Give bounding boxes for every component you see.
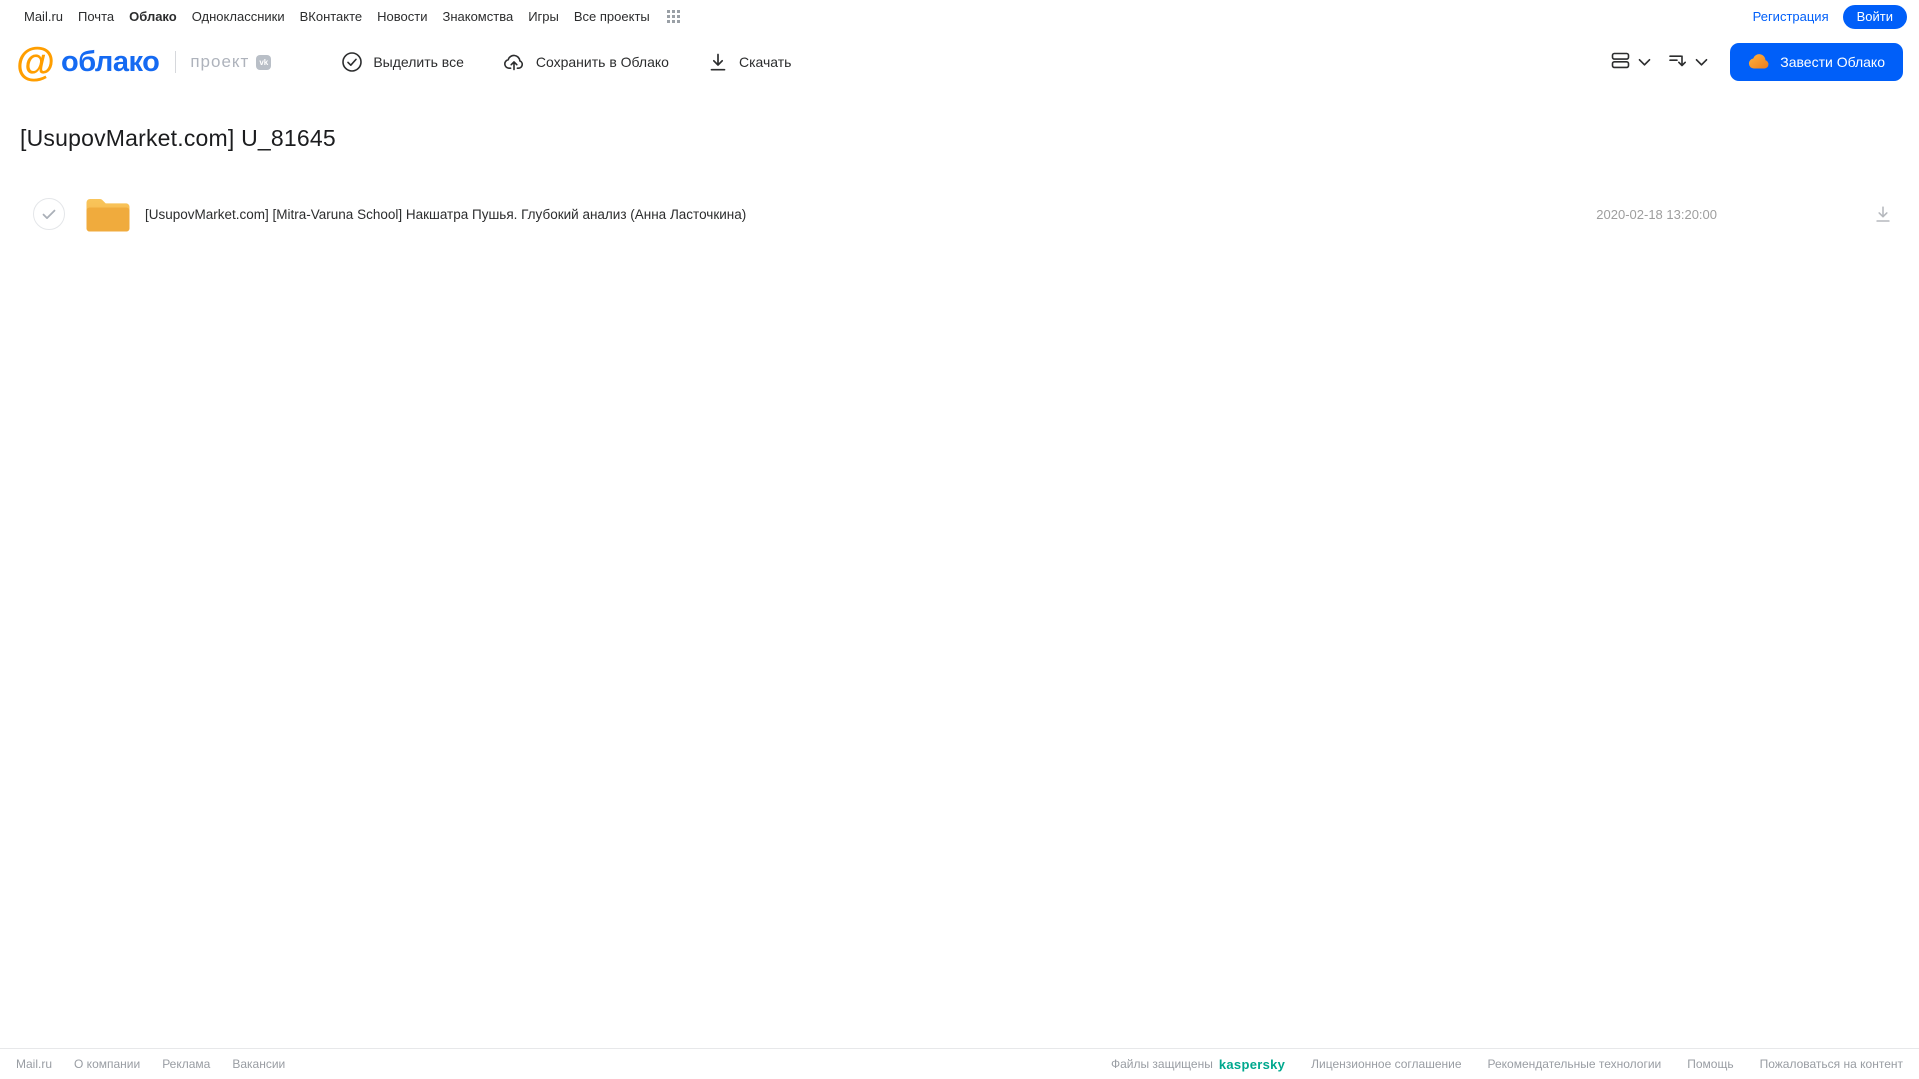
page-footer: Mail.ru О компании Реклама Вакансии Файл…: [0, 1048, 1919, 1079]
file-row[interactable]: [UsupovMarket.com] [Mitra-Varuna School]…: [0, 192, 1919, 236]
footer-link-ads[interactable]: Реклама: [162, 1057, 210, 1071]
footer-link-mailru[interactable]: Mail.ru: [16, 1057, 52, 1071]
topnav-item-games[interactable]: Игры: [528, 9, 559, 24]
header-right-controls: Завести Облако: [1610, 43, 1903, 81]
footer-link-jobs[interactable]: Вакансии: [232, 1057, 285, 1071]
logo-divider: [175, 51, 177, 73]
kaspersky-logo[interactable]: kaspersky: [1219, 1057, 1285, 1072]
topnav-item-odnoklassniki[interactable]: Одноклассники: [192, 9, 285, 24]
view-mode-button[interactable]: [1610, 50, 1651, 74]
kaspersky-protection: Файлы защищены kaspersky: [1111, 1057, 1285, 1072]
topnav-item-vkontakte[interactable]: ВКонтакте: [300, 9, 363, 24]
footer-link-report-content[interactable]: Пожаловаться на контент: [1760, 1057, 1903, 1071]
download-button[interactable]: Скачать: [707, 51, 792, 73]
save-to-cloud-label: Сохранить в Облако: [535, 54, 669, 70]
logo-text: облако: [61, 45, 160, 78]
file-name-link[interactable]: [UsupovMarket.com] [Mitra-Varuna School]…: [145, 207, 1596, 222]
cloud-icon: [1748, 53, 1770, 72]
get-cloud-label: Завести Облако: [1780, 54, 1885, 70]
footer-link-recommendation-tech[interactable]: Рекомендательные технологии: [1488, 1057, 1662, 1071]
footer-right-links: Файлы защищены kaspersky Лицензионное со…: [1111, 1057, 1903, 1072]
topnav-item-all-projects[interactable]: Все проекты: [574, 9, 650, 24]
file-toolbar: Выделить все Сохранить в Облако Скачать: [341, 50, 791, 74]
topnav-item-cloud[interactable]: Облако: [129, 9, 177, 24]
portal-links: Mail.ru Почта Облако Одноклассники ВКонт…: [24, 9, 680, 24]
main-content: [UsupovMarket.com] U_81645 [UsupovMarket…: [0, 91, 1919, 1048]
download-label: Скачать: [738, 54, 792, 70]
download-icon: [707, 51, 729, 73]
topnav-item-mail[interactable]: Почта: [78, 9, 114, 24]
footer-link-about[interactable]: О компании: [74, 1057, 140, 1071]
sort-button[interactable]: [1667, 50, 1708, 74]
select-all-button[interactable]: Выделить все: [341, 51, 464, 73]
row-checkbox[interactable]: [33, 198, 65, 230]
list-view-icon: [1610, 50, 1631, 74]
folder-icon[interactable]: [85, 195, 131, 233]
topnav-item-mailru[interactable]: Mail.ru: [24, 9, 63, 24]
portal-top-nav: Mail.ru Почта Облако Одноклассники ВКонт…: [0, 0, 1919, 33]
cloud-upload-icon: [502, 50, 526, 74]
file-modified-date: 2020-02-18 13:20:00: [1596, 206, 1717, 222]
footer-link-help[interactable]: Помощь: [1687, 1057, 1733, 1071]
chevron-down-icon: [1638, 55, 1651, 70]
sort-icon: [1667, 50, 1688, 74]
page-title: [UsupovMarket.com] U_81645: [20, 125, 336, 151]
protected-by-label: Файлы защищены: [1110, 1057, 1213, 1071]
mailru-at-icon: @: [16, 40, 56, 84]
get-cloud-button[interactable]: Завести Облако: [1730, 43, 1903, 81]
registration-link[interactable]: Регистрация: [1753, 9, 1829, 24]
chevron-down-icon: [1695, 55, 1708, 70]
cloud-logo[interactable]: @ облако проект vk: [16, 40, 272, 84]
check-circle-icon: [341, 51, 363, 73]
footer-left-links: Mail.ru О компании Реклама Вакансии: [16, 1057, 285, 1071]
select-all-label: Выделить все: [373, 54, 464, 70]
vk-badge-icon: vk: [256, 54, 272, 70]
app-header: @ облако проект vk Выделить все Сохранит: [0, 33, 1919, 91]
footer-link-license[interactable]: Лицензионное соглашение: [1311, 1057, 1461, 1071]
auth-area: Регистрация Войти: [1753, 4, 1907, 29]
topnav-item-dating[interactable]: Знакомства: [442, 9, 513, 24]
all-projects-grid-icon[interactable]: [666, 10, 680, 23]
project-label: проект: [190, 52, 250, 71]
login-button[interactable]: Войти: [1842, 4, 1907, 29]
topnav-item-news[interactable]: Новости: [377, 9, 427, 24]
save-to-cloud-button[interactable]: Сохранить в Облако: [502, 50, 669, 74]
row-download-icon[interactable]: [1873, 204, 1893, 224]
